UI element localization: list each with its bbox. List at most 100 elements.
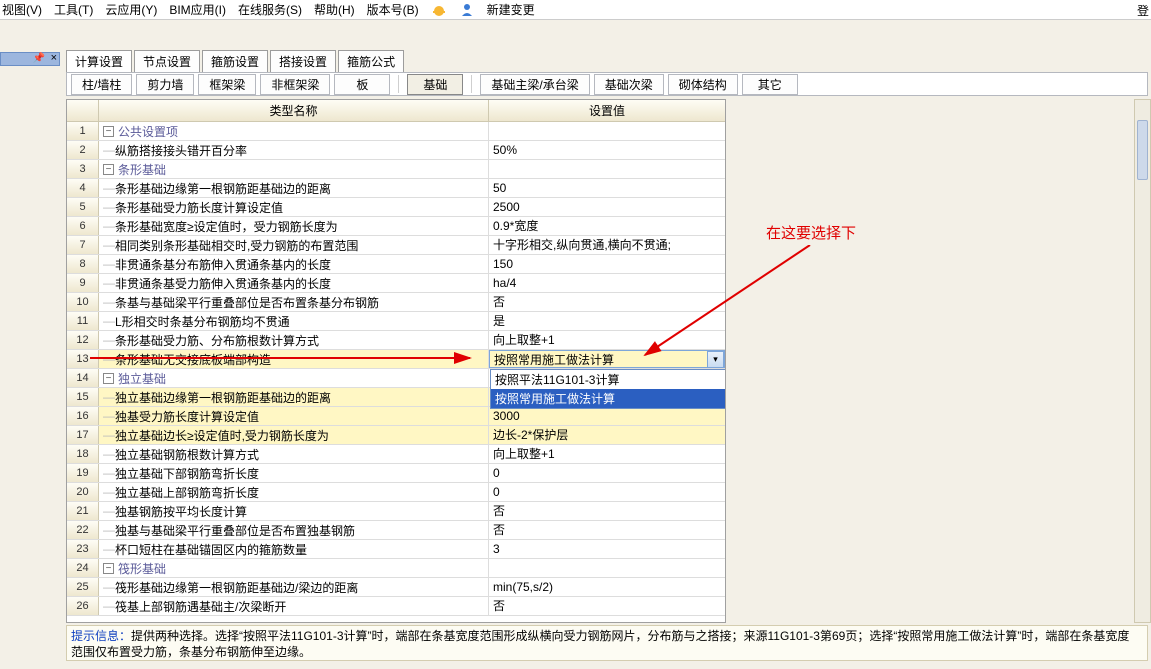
menu-online[interactable]: 在线服务(S)	[238, 1, 302, 18]
subtab-main-beam[interactable]: 基础主梁/承台梁	[480, 74, 589, 95]
row-name-cell[interactable]: — 条形基础边缘第一根钢筋距基础边的距离	[99, 179, 489, 197]
table-row[interactable]: 4— 条形基础边缘第一根钢筋距基础边的距离50	[67, 179, 725, 198]
row-value-cell[interactable]: 是	[489, 312, 725, 330]
collapse-toggle-icon[interactable]: −	[103, 563, 114, 574]
menu-bim[interactable]: BIM应用(I)	[169, 1, 226, 18]
row-name-cell[interactable]: −独立基础	[99, 369, 489, 387]
row-name-cell[interactable]: — 非贯通条基受力筋伸入贯通条基内的长度	[99, 274, 489, 292]
dropdown-list[interactable]: 按照平法11G101-3计算按照常用施工做法计算	[490, 369, 725, 409]
row-name-cell[interactable]: — 独立基础上部钢筋弯折长度	[99, 483, 489, 501]
collapse-toggle-icon[interactable]: −	[103, 126, 114, 137]
row-value-cell[interactable]: 50%	[489, 141, 725, 159]
dropdown-button[interactable]: ▾	[707, 351, 724, 368]
row-value-cell[interactable]: 0.9*宽度	[489, 217, 725, 235]
grid-body[interactable]: 1−公共设置项2— 纵筋搭接接头错开百分率50%3−条形基础4— 条形基础边缘第…	[67, 122, 725, 622]
row-value-cell[interactable]: min(75,s/2)	[489, 578, 725, 596]
row-name-cell[interactable]: — 杯口短柱在基础锚固区内的箍筋数量	[99, 540, 489, 558]
row-name-cell[interactable]: — 独基受力筋长度计算设定值	[99, 407, 489, 425]
menu-view[interactable]: 视图(V)	[2, 1, 42, 18]
table-row[interactable]: 18— 独立基础钢筋根数计算方式向上取整+1	[67, 445, 725, 464]
row-value-cell[interactable]	[489, 160, 725, 178]
table-row[interactable]: 12— 条形基础受力筋、分布筋根数计算方式向上取整+1	[67, 331, 725, 350]
tab-node-settings[interactable]: 节点设置	[134, 50, 200, 72]
table-row[interactable]: 17— 独立基础边长≥设定值时,受力钢筋长度为边长-2*保护层	[67, 426, 725, 445]
pin-icon[interactable]: 📌	[33, 53, 45, 64]
subtab-sec-beam[interactable]: 基础次梁	[594, 74, 664, 95]
table-row[interactable]: 5— 条形基础受力筋长度计算设定值2500	[67, 198, 725, 217]
tab-stirrup-formula[interactable]: 箍筋公式	[338, 50, 404, 72]
collapse-toggle-icon[interactable]: −	[103, 373, 114, 384]
row-name-cell[interactable]: — 独立基础边缘第一根钢筋距基础边的距离	[99, 388, 489, 406]
row-value-cell[interactable]: 0	[489, 483, 725, 501]
row-name-cell[interactable]: — 筏基上部钢筋遇基础主/次梁断开	[99, 597, 489, 615]
subtab-slab[interactable]: 板	[334, 74, 390, 95]
dropdown-option[interactable]: 按照平法11G101-3计算	[491, 370, 725, 389]
table-row[interactable]: 11— L形相交时条基分布钢筋均不贯通是	[67, 312, 725, 331]
row-value-cell[interactable]: 3000	[489, 407, 725, 425]
hardhat-icon[interactable]	[431, 2, 447, 18]
row-name-cell[interactable]: — 条形基础宽度≥设定值时，受力钢筋长度为	[99, 217, 489, 235]
row-name-cell[interactable]: −条形基础	[99, 160, 489, 178]
tab-stirrup-settings[interactable]: 箍筋设置	[202, 50, 268, 72]
row-value-cell[interactable]: 150	[489, 255, 725, 273]
scrollbar-thumb[interactable]	[1137, 120, 1148, 180]
row-value-cell[interactable]: 50	[489, 179, 725, 197]
row-value-cell[interactable]: 0	[489, 464, 725, 482]
row-name-cell[interactable]: — 条形基础无交接底板端部构造	[99, 350, 489, 368]
table-row[interactable]: 10— 条基与基础梁平行重叠部位是否布置条基分布钢筋否	[67, 293, 725, 312]
table-row[interactable]: 8— 非贯通条基分布筋伸入贯通条基内的长度150	[67, 255, 725, 274]
row-name-cell[interactable]: — 相同类别条形基础相交时,受力钢筋的布置范围	[99, 236, 489, 254]
subtab-masonry[interactable]: 砌体结构	[668, 74, 738, 95]
table-row[interactable]: 9— 非贯通条基受力筋伸入贯通条基内的长度ha/4	[67, 274, 725, 293]
menu-help[interactable]: 帮助(H)	[314, 1, 355, 18]
table-row[interactable]: 16— 独基受力筋长度计算设定值3000	[67, 407, 725, 426]
row-name-cell[interactable]: — 条形基础受力筋长度计算设定值	[99, 198, 489, 216]
row-value-cell[interactable]: 向上取整+1	[489, 445, 725, 463]
row-name-cell[interactable]: −筏形基础	[99, 559, 489, 577]
row-value-cell[interactable]: 按照常用施工做法计算▾	[489, 350, 725, 368]
table-row[interactable]: 6— 条形基础宽度≥设定值时，受力钢筋长度为0.9*宽度	[67, 217, 725, 236]
subtab-nonframe-beam[interactable]: 非框架梁	[260, 74, 330, 95]
row-name-cell[interactable]: — 独立基础边长≥设定值时,受力钢筋长度为	[99, 426, 489, 444]
table-row[interactable]: 13— 条形基础无交接底板端部构造按照平法11G101-3计算按照常用施工做法计…	[67, 350, 725, 369]
row-value-cell[interactable]: 3	[489, 540, 725, 558]
row-value-cell[interactable]: 2500	[489, 198, 725, 216]
menu-new-change[interactable]: 新建变更	[487, 1, 535, 18]
dropdown-option[interactable]: 按照常用施工做法计算	[491, 389, 725, 408]
table-row[interactable]: 24−筏形基础	[67, 559, 725, 578]
row-value-cell[interactable]	[489, 559, 725, 577]
row-name-cell[interactable]: — 独立基础钢筋根数计算方式	[99, 445, 489, 463]
table-row[interactable]: 26— 筏基上部钢筋遇基础主/次梁断开否	[67, 597, 725, 616]
row-name-cell[interactable]: — 独基钢筋按平均长度计算	[99, 502, 489, 520]
subtab-shearwall[interactable]: 剪力墙	[136, 74, 194, 95]
row-value-cell[interactable]: 否	[489, 597, 725, 615]
menu-cloud[interactable]: 云应用(Y)	[105, 1, 157, 18]
close-icon[interactable]: ×	[51, 52, 57, 64]
row-name-cell[interactable]: — 非贯通条基分布筋伸入贯通条基内的长度	[99, 255, 489, 273]
row-name-cell[interactable]: — L形相交时条基分布钢筋均不贯通	[99, 312, 489, 330]
table-row[interactable]: 21— 独基钢筋按平均长度计算否	[67, 502, 725, 521]
subtab-frame-beam[interactable]: 框架梁	[198, 74, 256, 95]
row-name-cell[interactable]: — 条形基础受力筋、分布筋根数计算方式	[99, 331, 489, 349]
subtab-foundation[interactable]: 基础	[407, 74, 463, 95]
row-name-cell[interactable]: — 筏形基础边缘第一根钢筋距基础边/梁边的距离	[99, 578, 489, 596]
subtab-column[interactable]: 柱/墙柱	[71, 74, 132, 95]
row-value-cell[interactable]: 否	[489, 521, 725, 539]
row-value-cell[interactable]: 否	[489, 502, 725, 520]
row-value-cell[interactable]: 边长-2*保护层	[489, 426, 725, 444]
table-row[interactable]: 20— 独立基础上部钢筋弯折长度0	[67, 483, 725, 502]
login-link[interactable]: 登	[1137, 2, 1149, 19]
table-row[interactable]: 22— 独基与基础梁平行重叠部位是否布置独基钢筋否	[67, 521, 725, 540]
row-name-cell[interactable]: −公共设置项	[99, 122, 489, 140]
row-name-cell[interactable]: — 条基与基础梁平行重叠部位是否布置条基分布钢筋	[99, 293, 489, 311]
user-icon[interactable]	[459, 2, 475, 18]
row-value-cell[interactable]: 向上取整+1	[489, 331, 725, 349]
row-value-cell[interactable]	[489, 122, 725, 140]
row-name-cell[interactable]: — 纵筋搭接接头错开百分率	[99, 141, 489, 159]
table-row[interactable]: 2— 纵筋搭接接头错开百分率50%	[67, 141, 725, 160]
menu-version[interactable]: 版本号(B)	[367, 1, 419, 18]
row-name-cell[interactable]: — 独立基础下部钢筋弯折长度	[99, 464, 489, 482]
tab-lap-settings[interactable]: 搭接设置	[270, 50, 336, 72]
docked-panel-header[interactable]: 📌 ×	[0, 52, 60, 66]
tab-calc-settings[interactable]: 计算设置	[66, 50, 132, 72]
